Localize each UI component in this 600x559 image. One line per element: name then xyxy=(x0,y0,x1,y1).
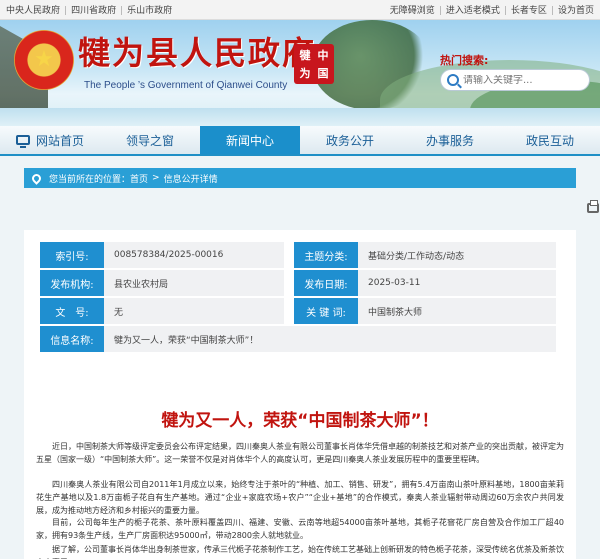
location-pin-icon xyxy=(30,171,43,185)
index-label: 索引号: xyxy=(40,242,104,268)
article-paragraph: 据了解，公司董事长肖体华出身制茶世家，传承三代栀子花茶制作工艺，始在传统工艺基础… xyxy=(36,545,564,559)
meta-row: 发布机构: 县农业农村局 发布日期: 2025-03-11 xyxy=(40,270,560,296)
name-label: 信息名称: xyxy=(40,326,104,352)
seal-char: 犍 xyxy=(299,48,311,62)
article-paragraph: 目前，公司每年生产的栀子花茶、茶叶原料覆盖四川、福建、安徽、云南等地超54000… xyxy=(36,518,564,540)
seal-char: 国 xyxy=(317,66,329,80)
seal-char: 中 xyxy=(317,48,329,62)
keyword-value: 中国制茶大师 xyxy=(358,298,556,324)
breadcrumb-arrow: > xyxy=(152,173,160,183)
nav-interaction[interactable]: 政民互动 xyxy=(500,126,600,154)
article-paragraph: 近日，中国制茶大师等级评定委员会公布评定结果，四川秦奥人茶业有限公司董事长肖体华… xyxy=(36,442,564,464)
hot-search-label: 热门搜索: xyxy=(440,54,489,67)
info-meta-table: 索引号: 008578384/2025-00016 主题分类: 基础分类/工作动… xyxy=(40,242,560,354)
national-emblem-icon: ★ xyxy=(14,30,74,90)
nav-label: 领导之窗 xyxy=(125,133,174,148)
search-input[interactable] xyxy=(463,74,583,86)
nav-label: 政民互动 xyxy=(525,133,574,148)
accessibility-link[interactable]: 无障碍浏览 xyxy=(390,6,435,16)
link-central-gov[interactable]: 中央人民政府 xyxy=(6,6,60,16)
date-value: 2025-03-11 xyxy=(358,270,556,296)
meta-row: 文 号: 无 关 键 词: 中国制茶大师 xyxy=(40,298,560,324)
elder-mode-link[interactable]: 进入适老模式 xyxy=(446,6,500,16)
breadcrumb-prefix: 您当前所在的位置： xyxy=(49,174,131,185)
meta-row: 索引号: 008578384/2025-00016 主题分类: 基础分类/工作动… xyxy=(40,242,560,268)
site-subtitle: The People ’s Government of Qianwei Coun… xyxy=(84,80,288,91)
main-nav: 网站首页 领导之窗 新闻中心 政务公开 办事服务 政民互动 xyxy=(0,126,600,156)
nav-label: 网站首页 xyxy=(35,133,84,148)
search-box[interactable] xyxy=(440,69,590,91)
article-content: 索引号: 008578384/2025-00016 主题分类: 基础分类/工作动… xyxy=(24,230,576,559)
name-value: 犍为又一人，荣获“中国制茶大师”！ xyxy=(104,326,556,352)
link-sichuan-gov[interactable]: 四川省政府 xyxy=(71,6,116,16)
breadcrumb-current[interactable]: 信息公开详情 xyxy=(164,172,218,185)
nav-leaders[interactable]: 领导之窗 xyxy=(100,126,200,154)
article-title: 犍为又一人，荣获“中国制茶大师”！ xyxy=(161,411,439,431)
seal-logo: 犍 中 为 国 xyxy=(294,44,334,84)
meta-row: 信息名称: 犍为又一人，荣获“中国制茶大师”！ xyxy=(40,326,560,352)
gov-links: 中央人民政府 | 四川省政府 | 乐山市政府 xyxy=(6,3,172,16)
set-homepage-link[interactable]: 设为首页 xyxy=(558,6,594,16)
elder-zone-link[interactable]: 长者专区 xyxy=(511,6,547,16)
print-icon[interactable] xyxy=(587,200,599,213)
nav-gov-affairs[interactable]: 政务公开 xyxy=(300,126,400,154)
publisher-label: 发布机构: xyxy=(40,270,104,296)
nav-label: 新闻中心 xyxy=(225,133,274,148)
monitor-icon xyxy=(15,135,30,148)
separator: | xyxy=(503,6,507,16)
article-paragraph: 四川秦奥人茶业有限公司自2011年1月成立以来，始终专注于茶叶的“种植、加工、销… xyxy=(36,480,564,515)
separator: | xyxy=(550,6,554,16)
seal-char: 为 xyxy=(299,66,311,80)
category-label: 主题分类: xyxy=(294,242,358,268)
category-value: 基础分类/工作动态/动态 xyxy=(358,242,556,268)
publisher-value: 县农业农村局 xyxy=(104,270,284,296)
keyword-label: 关 键 词: xyxy=(294,298,358,324)
link-leshan-gov[interactable]: 乐山市政府 xyxy=(127,6,172,16)
top-bar: 中央人民政府 | 四川省政府 | 乐山市政府 无障碍浏览 | 进入适老模式 | 长者专区 | 设为首… xyxy=(0,0,600,20)
docno-value: 无 xyxy=(104,298,284,324)
breadcrumb: 您当前所在的位置： 首页 > 信息公开详情 xyxy=(24,168,576,188)
separator: | xyxy=(64,6,68,16)
index-value: 008578384/2025-00016 xyxy=(104,242,284,268)
top-tools: 无障碍浏览 | 进入适老模式 | 长者专区 | 设为首页 xyxy=(390,3,594,16)
separator: | xyxy=(438,6,442,16)
date-label: 发布日期: xyxy=(294,270,358,296)
water-decoration xyxy=(0,108,600,126)
search-icon[interactable] xyxy=(447,74,459,86)
docno-label: 文 号: xyxy=(40,298,104,324)
site-title: 犍为县人民政府 xyxy=(78,34,317,72)
breadcrumb-home-link[interactable]: 首页 xyxy=(130,172,148,185)
nav-label: 办事服务 xyxy=(425,133,474,148)
nav-home[interactable]: 网站首页 xyxy=(0,126,100,154)
nav-services[interactable]: 办事服务 xyxy=(400,126,500,154)
nav-label: 政务公开 xyxy=(325,133,374,148)
separator: | xyxy=(120,6,124,16)
nav-news[interactable]: 新闻中心 xyxy=(200,126,300,154)
